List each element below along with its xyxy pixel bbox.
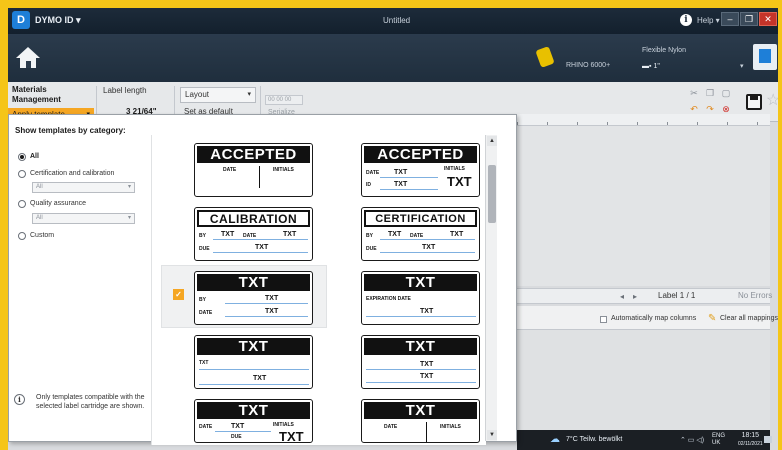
clear-mappings-icon[interactable]: ✎ — [708, 313, 716, 324]
title-bar: D DYMO ID ▾ Untitled i Help ▾ – ❐ ✕ — [8, 8, 778, 34]
scroll-up-icon[interactable]: ▲ — [487, 136, 497, 146]
cartridge-dropdown-icon[interactable]: ▾ — [740, 62, 744, 70]
materials-management-label[interactable]: Materials Management — [12, 85, 84, 105]
dymo-id-window: D DYMO ID ▾ Untitled i Help ▾ – ❐ ✕ RHIN… — [8, 8, 778, 450]
redo-icon[interactable]: ↷ — [705, 104, 715, 114]
auto-map-checkbox[interactable] — [600, 316, 607, 323]
template-accepted-basic[interactable]: ACCEPTED DATE INITIALS — [194, 143, 313, 197]
clock[interactable]: 18:15 02/11/2021 — [738, 432, 763, 448]
scroll-down-icon[interactable]: ▼ — [487, 430, 497, 440]
cartridge-size[interactable]: ▬▪ 1" — [642, 63, 660, 70]
layout-dropdown[interactable]: Layout ▾ — [180, 87, 256, 103]
weather-text[interactable]: 7°C Teilw. bewölkt — [566, 436, 622, 443]
language-indicator[interactable]: ENG UK — [712, 433, 725, 447]
template-txt-date-initials[interactable]: TXT DATE TXT INITIALS DUE TXT — [194, 399, 313, 443]
save-icon[interactable] — [746, 94, 762, 110]
system-tray-icons[interactable]: ⌃ ▭ ◁) — [680, 436, 704, 444]
error-status[interactable]: No Errors — [738, 291, 772, 300]
paste-icon[interactable]: ▢ — [721, 88, 731, 98]
template-txt-expiration[interactable]: TXT EXPIRATION DATE TXT — [361, 271, 480, 325]
label-printer-icon[interactable] — [535, 46, 555, 68]
favorite-star-icon[interactable]: ☆ — [766, 93, 778, 109]
compatibility-note: Only templates compatible with the selec… — [36, 394, 145, 410]
cut-icon[interactable]: ✂ — [689, 88, 699, 98]
info-icon[interactable]: i — [680, 14, 692, 26]
template-scrollbar[interactable]: ▲ ▼ — [485, 135, 497, 441]
notifications-icon[interactable] — [764, 436, 772, 443]
help-menu-button[interactable]: Help ▾ — [697, 16, 720, 25]
label-navigation-bar: ◂ ▸ — [517, 288, 770, 304]
app-menu-button[interactable]: DYMO ID ▾ — [35, 15, 81, 26]
close-button[interactable]: ✕ — [759, 12, 777, 26]
apply-template-dropdown: Show templates by category: All Certific… — [8, 114, 517, 445]
category-heading: Show templates by category: — [15, 126, 126, 135]
certification-filter-dropdown[interactable]: All ▾ — [32, 182, 135, 193]
undo-icon[interactable]: ↶ — [689, 104, 699, 114]
auto-map-label[interactable]: Automatically map columns — [611, 315, 696, 322]
delete-icon[interactable]: ⊗ — [721, 104, 731, 114]
category-radio-all[interactable] — [18, 153, 26, 161]
dymo-logo-icon[interactable]: D — [12, 11, 30, 29]
category-panel: Show templates by category: All Certific… — [9, 115, 151, 443]
label-length-label: Label length — [103, 86, 147, 95]
clear-mappings-button[interactable]: Clear all mappings — [720, 315, 778, 322]
minimize-button[interactable]: – — [721, 12, 739, 26]
label-canvas[interactable] — [517, 126, 770, 286]
home-icon[interactable] — [16, 47, 40, 69]
serialize-field[interactable]: 00 00 00 — [265, 95, 303, 105]
print-button[interactable] — [753, 44, 777, 70]
template-accepted-detailed[interactable]: ACCEPTED DATE TXT INITIALS ID TXT TXT — [361, 143, 480, 197]
weather-cloud-icon[interactable]: ☁ — [550, 434, 560, 445]
label-counter: Label 1 / 1 — [658, 291, 696, 300]
selected-check-icon: ✓ — [173, 289, 184, 300]
category-label-quality[interactable]: Quality assurance — [30, 200, 86, 207]
quality-filter-dropdown[interactable]: All ▾ — [32, 213, 135, 224]
category-label-custom[interactable]: Custom — [30, 232, 54, 239]
main-toolbar: RHINO 6000+ Flexible Nylon ▬▪ 1" ▾ — [8, 34, 778, 82]
template-calibration[interactable]: CALIBRATION BY TXT DATE TXT DUE TXT — [194, 207, 313, 261]
cartridge-name[interactable]: Flexible Nylon — [642, 47, 686, 54]
ruler — [517, 114, 770, 126]
printer-name[interactable]: RHINO 6000+ — [566, 62, 610, 69]
category-radio-custom[interactable] — [18, 232, 26, 240]
next-label-icon[interactable]: ▸ — [633, 292, 637, 301]
maximize-button[interactable]: ❐ — [740, 12, 758, 26]
info-note-icon: i — [14, 394, 25, 405]
category-label-certification[interactable]: Certification and calibration — [30, 170, 114, 177]
category-radio-certification[interactable] — [18, 170, 26, 178]
template-txt-date-initials-simple[interactable]: TXT DATE INITIALS — [361, 399, 480, 443]
window-title: Untitled — [383, 16, 411, 25]
previous-label-icon[interactable]: ◂ — [620, 292, 624, 301]
category-radio-quality[interactable] — [18, 200, 26, 208]
copy-icon[interactable]: ❐ — [705, 88, 715, 98]
template-txt-by-date[interactable]: TXT BY TXT DATE TXT — [194, 271, 313, 325]
data-grid-area[interactable] — [517, 330, 770, 430]
template-certification[interactable]: CERTIFICATION BY TXT DATE TXT DUE TXT — [361, 207, 480, 261]
scroll-thumb[interactable] — [488, 165, 496, 223]
template-txt-three-lines[interactable]: TXT TXT TXT — [361, 335, 480, 389]
category-label-all[interactable]: All — [30, 153, 39, 160]
template-txt-two-lines[interactable]: TXT TXT TXT — [194, 335, 313, 389]
